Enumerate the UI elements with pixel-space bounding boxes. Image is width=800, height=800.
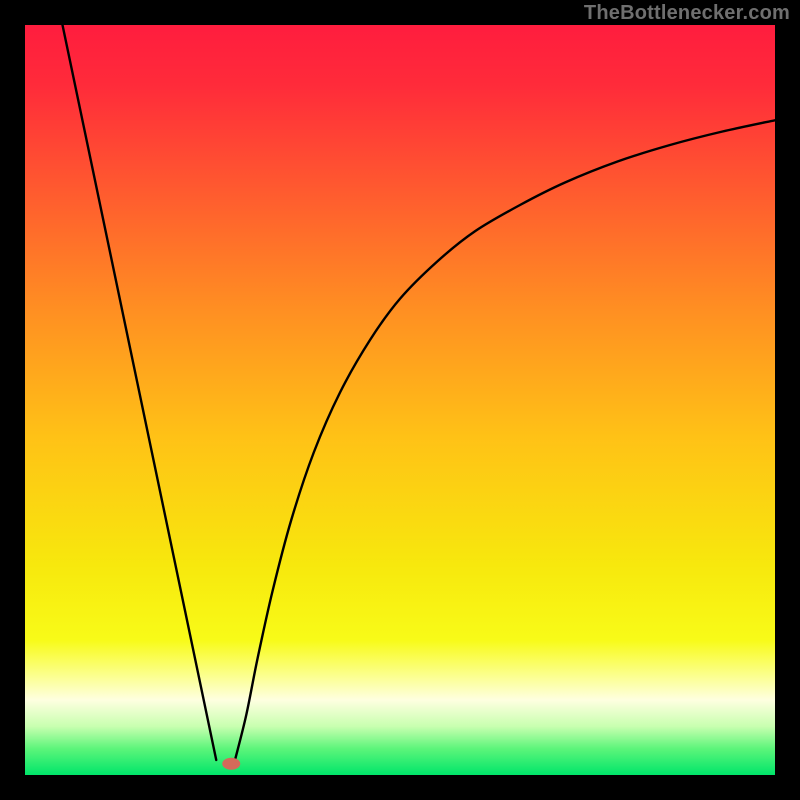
watermark-text: TheBottlenecker.com	[584, 2, 790, 25]
chart-frame	[25, 25, 775, 775]
chart-background	[25, 25, 775, 775]
optimum-marker	[222, 758, 240, 770]
bottleneck-chart	[25, 25, 775, 775]
